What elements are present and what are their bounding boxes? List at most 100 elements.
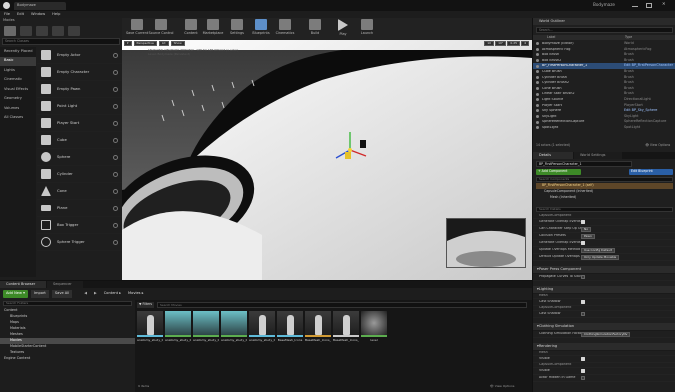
category-lights[interactable]: Lights bbox=[0, 66, 36, 76]
breadcrumb-movies[interactable]: Movies ▸ bbox=[126, 290, 145, 298]
add-new-button[interactable]: Add New ▾ bbox=[3, 290, 28, 298]
blueprints-button[interactable]: Blueprints bbox=[250, 19, 272, 41]
tab-content-browser[interactable]: Content Browser bbox=[0, 281, 46, 288]
section-poser-press[interactable]: ▾ Poser Press Component bbox=[533, 266, 675, 274]
place-item-empty-actor[interactable]: Empty Actor bbox=[37, 47, 122, 64]
hidden-in-game-checkbox[interactable] bbox=[581, 376, 585, 380]
asset-tile[interactable]: anatomy_study_body_01_bottom bbox=[165, 311, 191, 359]
clothing-factory-dropdown[interactable]: ClothingSimulationFactoryNv bbox=[581, 331, 631, 337]
filters-button[interactable]: ▼ Filters bbox=[137, 302, 155, 308]
place-item-cylinder[interactable]: Cylinder bbox=[37, 166, 122, 183]
category-visual-effects[interactable]: Visual Effects bbox=[0, 85, 36, 95]
category-recently-placed[interactable]: Recently Placed bbox=[0, 47, 36, 57]
update-overlaps-dropdown[interactable]: Use Config Default bbox=[581, 247, 616, 253]
level-viewport[interactable]: ▾ Perspective Lit Show 10 10° 0.25 4 SEL… bbox=[122, 40, 532, 280]
geometry-mode-icon[interactable] bbox=[68, 25, 80, 36]
settings-button[interactable]: Settings bbox=[226, 19, 248, 41]
asset-view-options[interactable]: 👁 View Options bbox=[490, 385, 514, 388]
lit-button[interactable]: Lit bbox=[158, 41, 169, 46]
search-components-input[interactable]: Search Components bbox=[536, 177, 673, 182]
place-item-empty-character[interactable]: Empty Character bbox=[37, 64, 122, 81]
marketplace-button[interactable]: Marketplace bbox=[202, 19, 224, 41]
category-volumes[interactable]: Volumes bbox=[0, 104, 36, 114]
outliner-row[interactable]: SpotLight SpotLight bbox=[533, 125, 675, 131]
forward-button[interactable]: ▶ bbox=[92, 290, 99, 298]
breadcrumb-content[interactable]: Content ▸ bbox=[102, 290, 123, 298]
asset-tile[interactable]: anatomy_study_body_01_top bbox=[221, 311, 247, 359]
close-icon[interactable]: ✕ bbox=[662, 1, 666, 6]
section-clothing-simulation[interactable]: ▾ Clothing Simulation bbox=[533, 323, 675, 331]
tab-sequencer[interactable]: Sequencer bbox=[47, 281, 83, 288]
place-item-sphere-trigger[interactable]: Sphere Trigger bbox=[37, 234, 122, 251]
place-mode-icon[interactable] bbox=[4, 25, 16, 36]
content-button[interactable]: Content bbox=[180, 19, 202, 41]
maximize-icon[interactable] bbox=[646, 3, 652, 8]
edit-blueprint-button[interactable]: Edit Blueprint bbox=[629, 169, 673, 175]
level-tab[interactable]: Bodymaze bbox=[14, 2, 66, 10]
save-all-button[interactable]: Save All bbox=[51, 290, 73, 298]
col-type[interactable]: Type bbox=[625, 35, 632, 39]
component-mesh[interactable]: Mesh (Inherited) bbox=[536, 195, 673, 201]
place-item-point-light[interactable]: Point Light bbox=[37, 98, 122, 115]
place-item-plane[interactable]: Plane bbox=[37, 200, 122, 217]
world-outliner-tab[interactable]: World Outliner bbox=[533, 18, 675, 25]
play-button[interactable]: Play bbox=[332, 19, 354, 41]
visible-checkbox-2[interactable] bbox=[581, 369, 585, 373]
search-classes-input[interactable]: Search Classes bbox=[2, 38, 120, 45]
back-button[interactable]: ◀ bbox=[82, 290, 89, 298]
category-basic[interactable]: Basic bbox=[0, 56, 36, 66]
asset-tile[interactable]: BaseMesh_Icons_Skeleton bbox=[333, 311, 359, 359]
perspective-button[interactable]: Perspective bbox=[133, 41, 157, 46]
category-cinematic[interactable]: Cinematic bbox=[0, 76, 36, 86]
section-lighting[interactable]: ▾ Lighting bbox=[533, 286, 675, 294]
asset-tile[interactable]: BaseMesh_Icons bbox=[277, 311, 303, 359]
menu-help[interactable]: Help bbox=[52, 12, 60, 17]
add-component-button[interactable]: + Add Component bbox=[536, 169, 581, 175]
generate-overlap-checkbox-2[interactable] bbox=[581, 241, 585, 245]
place-item-cube[interactable]: Cube bbox=[37, 132, 122, 149]
propagate-curves-checkbox[interactable] bbox=[581, 275, 585, 279]
outliner-view-options[interactable]: 👁 View Options bbox=[645, 143, 670, 147]
category-geometry[interactable]: Geometry bbox=[0, 95, 36, 105]
landscape-mode-icon[interactable] bbox=[36, 25, 48, 36]
asset-tile[interactable]: level bbox=[361, 311, 387, 359]
category-all-classes[interactable]: All Classes bbox=[0, 114, 36, 124]
foliage-mode-icon[interactable] bbox=[52, 25, 64, 36]
menu-window[interactable]: Window bbox=[31, 12, 45, 17]
asset-tile[interactable]: BaseMesh_Icons_PhysicsAsset bbox=[305, 311, 331, 359]
tab-world-settings[interactable]: World Settings bbox=[574, 152, 622, 159]
cinematics-button[interactable]: Cinematics bbox=[274, 19, 296, 41]
col-label[interactable]: Label bbox=[533, 35, 625, 39]
source-control-button[interactable]: Source Control bbox=[149, 19, 174, 41]
search-folders-input[interactable]: Search Folders bbox=[3, 301, 132, 306]
asset-tile[interactable]: anatomy_study_body_01_top bbox=[249, 311, 275, 359]
import-button[interactable]: Import bbox=[30, 290, 49, 298]
place-item-cone[interactable]: Cone bbox=[37, 183, 122, 200]
asset-tile[interactable]: anatomy_study_body_01_pelvis bbox=[193, 311, 219, 359]
asset-tile[interactable]: anatomy_study_body_01_body bbox=[137, 311, 163, 359]
grid-snap-button[interactable]: 10 bbox=[484, 41, 495, 46]
place-item-sphere[interactable]: Sphere bbox=[37, 149, 122, 166]
outliner-search-input[interactable]: Search... bbox=[536, 27, 673, 33]
place-item-player-start[interactable]: Player Start bbox=[37, 115, 122, 132]
place-item-empty-pawn[interactable]: Empty Pawn bbox=[37, 81, 122, 98]
default-update-overlaps-dropdown[interactable]: Only Update Movable bbox=[581, 254, 620, 260]
generate-overlap-checkbox[interactable] bbox=[581, 220, 585, 224]
menu-edit[interactable]: Edit bbox=[17, 12, 24, 17]
search-details-input[interactable]: Search Details bbox=[536, 207, 673, 212]
cast-shadow-checkbox-2[interactable] bbox=[581, 312, 585, 316]
menu-file[interactable]: File bbox=[4, 12, 10, 17]
build-button[interactable]: Build bbox=[304, 19, 326, 41]
folder-engine-content[interactable]: Engine Content bbox=[0, 356, 135, 362]
paint-mode-icon[interactable] bbox=[20, 25, 32, 36]
visible-checkbox[interactable] bbox=[581, 357, 585, 361]
minimize-icon[interactable] bbox=[632, 6, 638, 7]
save-current-button[interactable]: Save Current bbox=[126, 19, 148, 41]
show-button[interactable]: Show bbox=[170, 41, 185, 46]
place-item-box-trigger[interactable]: Box Trigger bbox=[37, 217, 122, 234]
viewport-options-button[interactable]: ▾ bbox=[124, 41, 132, 46]
actor-name-input[interactable]: BP_FirstPersonCharacter_1 bbox=[536, 161, 632, 167]
section-rendering[interactable]: ▾ Rendering bbox=[533, 343, 675, 351]
camera-speed-button[interactable]: 4 bbox=[521, 41, 529, 46]
search-assets-input[interactable]: Search Movies bbox=[157, 302, 527, 308]
